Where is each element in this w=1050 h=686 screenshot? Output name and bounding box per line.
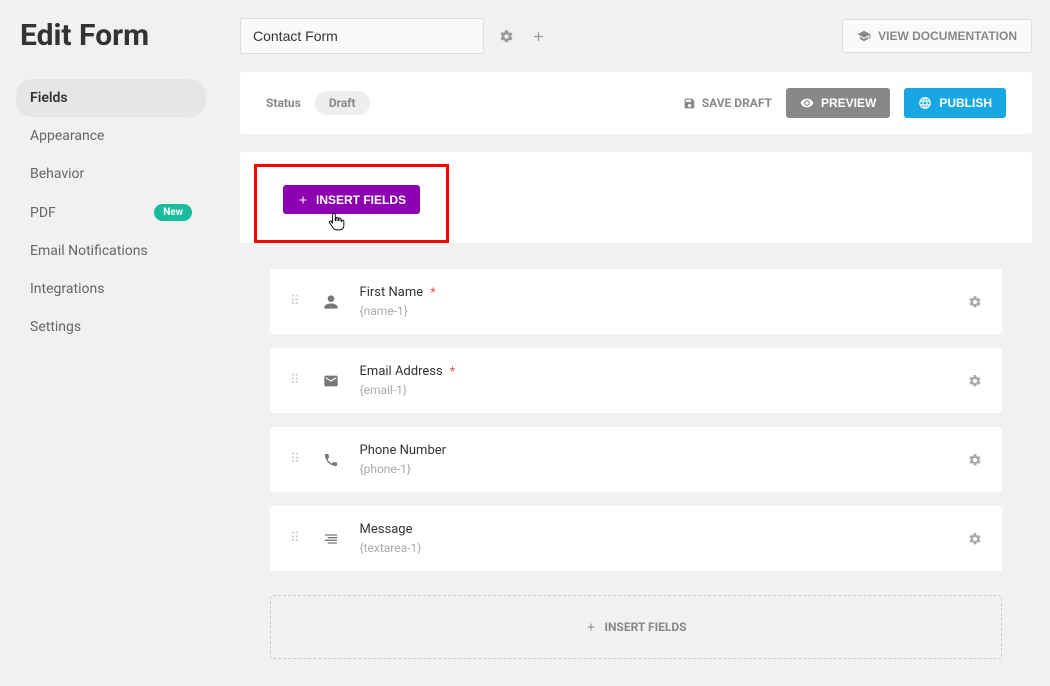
field-slug: {name-1}	[360, 304, 948, 318]
fields-list: ⠿ First Name * {name-1}	[240, 243, 1032, 659]
topbar: VIEW DOCUMENTATION	[240, 18, 1032, 54]
field-text: Phone Number {phone-1}	[360, 443, 948, 476]
drag-handle-icon[interactable]: ⠿	[290, 536, 302, 542]
sidebar-item-label: Email Notifications	[30, 243, 148, 259]
button-label: SAVE DRAFT	[702, 96, 772, 110]
gear-icon[interactable]	[968, 532, 982, 546]
gear-icon[interactable]	[968, 453, 982, 467]
insert-fields-highlight: INSERT FIELDS	[254, 164, 449, 243]
sidebar-item-pdf[interactable]: PDF New	[16, 193, 206, 232]
graduation-cap-icon	[857, 29, 871, 43]
field-label: Phone Number	[360, 443, 447, 458]
field-slug: {phone-1}	[360, 462, 948, 476]
sidebar-item-label: Settings	[30, 319, 81, 335]
field-text: Message {textarea-1}	[360, 522, 948, 555]
phone-icon	[322, 452, 340, 468]
sidebar-item-settings[interactable]: Settings	[16, 308, 206, 346]
sidebar-item-label: Behavior	[30, 166, 84, 182]
user-icon	[322, 294, 340, 310]
required-star: *	[450, 364, 455, 378]
main-content: VIEW DOCUMENTATION Status Draft SAVE DRA…	[222, 0, 1050, 686]
sidebar-item-behavior[interactable]: Behavior	[16, 155, 206, 193]
sidebar: Edit Form Fields Appearance Behavior PDF…	[0, 0, 222, 686]
field-label: Message	[360, 522, 413, 537]
button-label: VIEW DOCUMENTATION	[878, 29, 1017, 43]
gear-icon[interactable]	[968, 374, 982, 388]
plus-icon	[297, 194, 309, 206]
field-row[interactable]: ⠿ Email Address * {email-1}	[270, 348, 1002, 413]
sidebar-item-label: Integrations	[30, 281, 104, 297]
button-label: PREVIEW	[821, 96, 876, 110]
field-text: First Name * {name-1}	[360, 285, 948, 318]
status-bar: Status Draft SAVE DRAFT PREVIEW PUBLISH	[240, 72, 1032, 134]
plus-icon	[585, 621, 597, 633]
field-row[interactable]: ⠿ Message {textarea-1}	[270, 506, 1002, 571]
field-slug: {textarea-1}	[360, 541, 948, 555]
plus-icon[interactable]	[528, 26, 548, 46]
sidebar-item-email-notifications[interactable]: Email Notifications	[16, 232, 206, 270]
insert-fields-button[interactable]: INSERT FIELDS	[283, 185, 420, 214]
drag-handle-icon[interactable]: ⠿	[290, 378, 302, 384]
sidebar-item-appearance[interactable]: Appearance	[16, 117, 206, 155]
status-badge: Draft	[315, 91, 370, 115]
cursor-hand-icon	[327, 212, 345, 232]
field-row[interactable]: ⠿ Phone Number {phone-1}	[270, 427, 1002, 492]
fields-panel: INSERT FIELDS ⠿ First Name * {name-	[240, 152, 1032, 659]
page-title: Edit Form	[16, 18, 206, 53]
mail-icon	[322, 373, 340, 389]
field-label: First Name	[360, 285, 424, 300]
sidebar-nav: Fields Appearance Behavior PDF New Email…	[16, 79, 206, 346]
globe-icon	[918, 96, 932, 110]
drag-handle-icon[interactable]: ⠿	[290, 299, 302, 305]
save-draft-button[interactable]: SAVE DRAFT	[683, 96, 772, 110]
drag-handle-icon[interactable]: ⠿	[290, 457, 302, 463]
field-label: Email Address	[360, 364, 443, 379]
sidebar-item-fields[interactable]: Fields	[16, 79, 206, 117]
button-label: PUBLISH	[939, 96, 992, 110]
sidebar-item-integrations[interactable]: Integrations	[16, 270, 206, 308]
status-label: Status	[266, 96, 301, 110]
textarea-icon	[322, 531, 340, 547]
dropzone-label: INSERT FIELDS	[604, 620, 686, 634]
gear-icon[interactable]	[968, 295, 982, 309]
publish-button[interactable]: PUBLISH	[904, 88, 1006, 118]
sidebar-item-label: Appearance	[30, 128, 104, 144]
field-row[interactable]: ⠿ First Name * {name-1}	[270, 269, 1002, 334]
field-text: Email Address * {email-1}	[360, 364, 948, 397]
preview-button[interactable]: PREVIEW	[786, 88, 890, 118]
insert-fields-dropzone[interactable]: INSERT FIELDS	[270, 595, 1002, 659]
eye-icon	[800, 96, 814, 110]
gear-icon[interactable]	[496, 26, 516, 46]
form-name-input[interactable]	[240, 18, 484, 54]
required-star: *	[430, 285, 435, 299]
button-label: INSERT FIELDS	[316, 193, 406, 207]
save-icon	[683, 97, 696, 110]
view-documentation-button[interactable]: VIEW DOCUMENTATION	[842, 19, 1032, 53]
sidebar-item-label: Fields	[30, 90, 68, 106]
field-slug: {email-1}	[360, 383, 948, 397]
new-badge: New	[154, 204, 192, 221]
sidebar-item-label: PDF	[30, 205, 56, 221]
